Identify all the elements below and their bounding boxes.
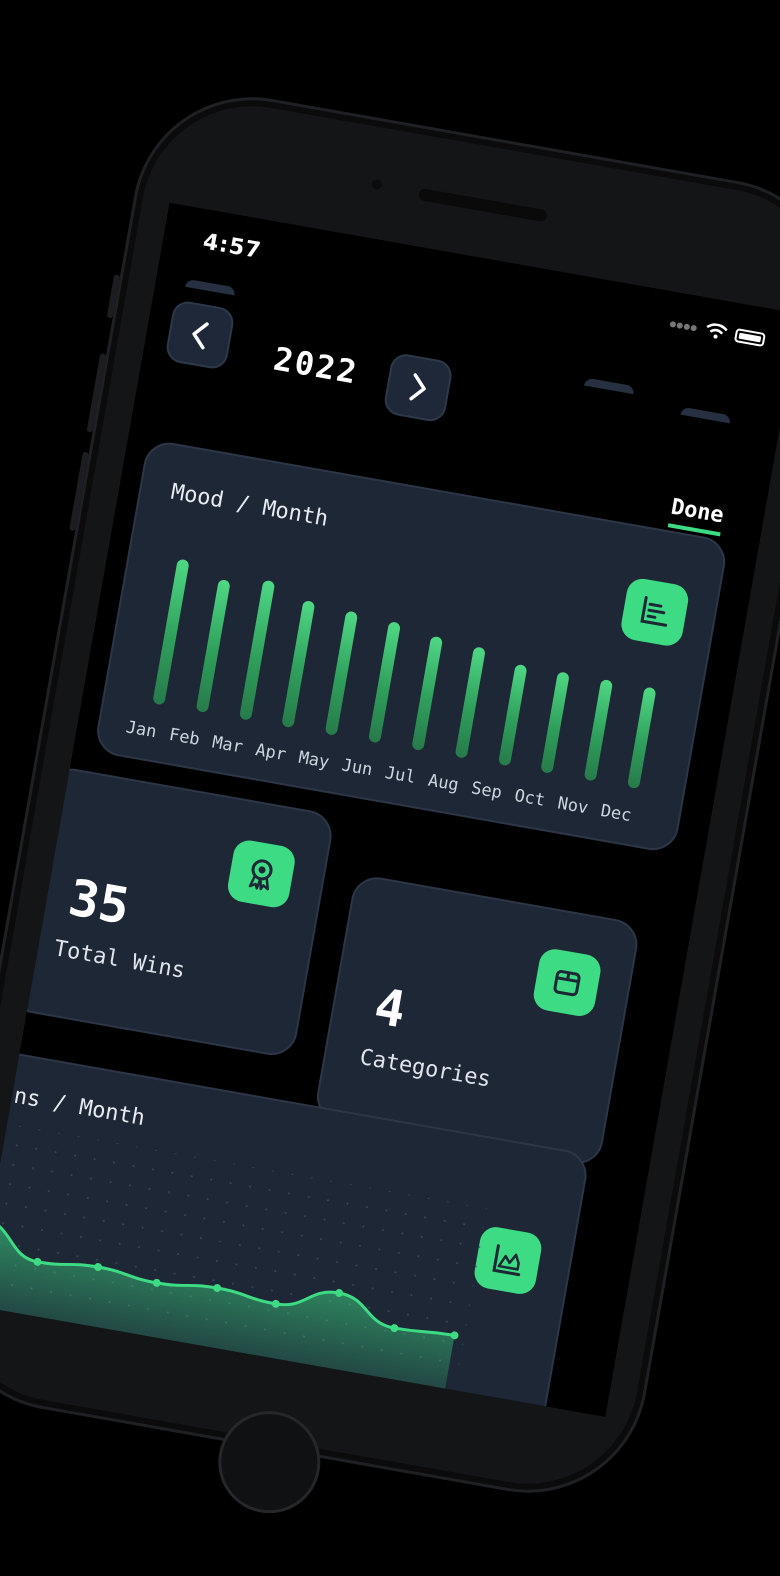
categories-value: 4 [370, 977, 410, 1040]
mood-bar-sep [497, 663, 528, 767]
volume-up-button [86, 352, 107, 433]
mood-axis-label: Jan [124, 717, 159, 743]
mood-bar-oct [540, 670, 571, 774]
chevron-left-icon [192, 322, 209, 350]
header-decor [584, 377, 635, 395]
mood-bar-nov [583, 678, 614, 782]
wins-axis-label: Apr [9, 1325, 42, 1350]
mood-axis-label: Dec [599, 801, 633, 827]
earpiece [417, 187, 548, 223]
mood-bar-chart: Jan Feb Mar Apr May Jun Jul Aug Sep Oct Nov Dec [124, 541, 679, 829]
year-label: 2022 [270, 339, 362, 392]
status-icons: ●●●● [669, 316, 766, 348]
next-year-button[interactable] [382, 351, 455, 424]
wins-axis-label: Sep [307, 1377, 340, 1402]
total-wins-label: Total Wins [52, 936, 187, 984]
chevron-right-icon [409, 373, 426, 401]
mood-axis-label: Apr [253, 740, 288, 766]
wins-axis-label: Aug [247, 1367, 280, 1392]
total-wins-card: 35 Total Wins [7, 764, 336, 1060]
mood-bar-dec [627, 686, 657, 790]
mood-bar-apr [281, 600, 316, 729]
mood-axis-label: Mar [210, 732, 245, 758]
mood-bar-mar [238, 579, 275, 721]
award-icon [248, 859, 273, 891]
categories-button[interactable] [531, 946, 604, 1019]
signal-icon: ●●●● [669, 318, 699, 334]
wins-axis-label: Jun [128, 1346, 161, 1371]
volume-down-button [69, 451, 89, 532]
total-wins-value: 35 [64, 868, 134, 936]
mood-bar-jun [368, 621, 401, 744]
mood-axis-label: Aug [426, 770, 461, 796]
wifi-icon [706, 323, 728, 339]
package-icon [553, 969, 581, 997]
wins-axis-label: Nov [426, 1398, 459, 1416]
mood-bar-jan [152, 558, 190, 706]
mood-bar-aug [454, 646, 486, 759]
mood-axis-label: Feb [167, 724, 202, 750]
home-button[interactable] [210, 1403, 329, 1522]
mood-axis-label: Sep [469, 778, 504, 804]
wins-axis-label: Oct [366, 1388, 399, 1413]
header-decor [680, 406, 732, 424]
mood-bar-jul [411, 635, 444, 752]
wins-axis-label: May [68, 1335, 101, 1360]
battery-icon [733, 328, 766, 348]
mood-axis-label: Jun [340, 755, 374, 781]
mood-bar-may [324, 610, 359, 736]
mood-axis-label: May [297, 747, 331, 773]
wins-axis-label: Jul [188, 1356, 221, 1381]
mood-axis-label: Nov [556, 793, 590, 819]
mood-month-title: Mood / Month [169, 479, 331, 532]
mood-axis-label: Oct [512, 785, 547, 811]
mood-bar-feb [195, 578, 231, 714]
previous-year-button[interactable] [164, 299, 236, 371]
done-button[interactable]: Done [667, 494, 726, 537]
app-screen: 4:57 ●●●● 2022 Done Mood / Month Jan Feb… [0, 202, 780, 1417]
wins-button[interactable] [225, 837, 298, 910]
categories-label: Categories [357, 1044, 493, 1093]
mood-axis-label: Jul [383, 762, 418, 788]
header-decor [185, 278, 236, 296]
front-camera [371, 178, 383, 191]
status-time: 4:57 [201, 229, 264, 265]
phone-frame: 4:57 ●●●● 2022 Done Mood / Month Jan Feb… [0, 78, 780, 1522]
mute-switch [106, 274, 121, 319]
